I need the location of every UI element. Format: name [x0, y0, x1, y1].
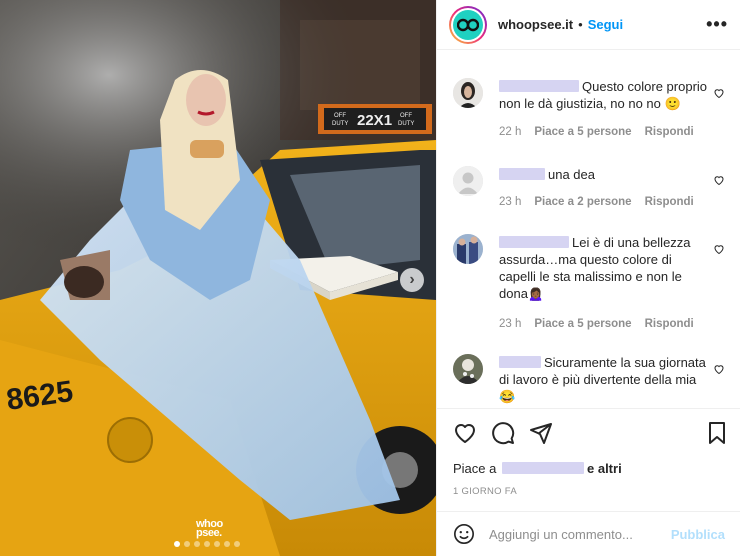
blurred-username[interactable]	[502, 462, 584, 474]
blurred-username[interactable]	[499, 236, 569, 248]
comment-likes[interactable]: Piace a 5 persone	[534, 318, 631, 330]
follow-button[interactable]: Segui	[588, 17, 623, 32]
carousel-dot	[204, 541, 210, 547]
share-send-icon[interactable]	[529, 421, 553, 445]
comment-meta: 22 h Piace a 5 persone Rispondi	[499, 126, 694, 138]
carousel-dot	[214, 541, 220, 547]
post-actions: Piace a e altri 1 GIORNO FA	[437, 408, 740, 510]
taxi-sign-number: 22X1	[357, 112, 392, 129]
commenter-avatar[interactable]	[453, 234, 483, 264]
like-comment-heart-icon[interactable]	[713, 174, 725, 186]
post-date[interactable]: 1 GIORNO FA	[453, 486, 517, 497]
like-comment-heart-icon[interactable]	[713, 363, 725, 375]
comment-time: 23 h	[499, 196, 522, 208]
carousel-indicator	[174, 541, 240, 547]
publish-button[interactable]: Pubblica	[671, 527, 725, 542]
avatar[interactable]	[449, 5, 487, 44]
whoopsee-logo-icon	[453, 9, 483, 40]
commenter-avatar[interactable]	[453, 166, 483, 196]
watermark-logo: whoo psee.	[196, 518, 223, 539]
carousel-dot	[184, 541, 190, 547]
reply-button[interactable]: Rispondi	[645, 318, 694, 330]
like-comment-heart-icon[interactable]	[713, 243, 725, 255]
comment-meta: 23 h Piace a 2 persone Rispondi	[499, 196, 694, 208]
blurred-username[interactable]	[499, 80, 579, 92]
carousel-dot	[234, 541, 240, 547]
comment-bubble-icon[interactable]	[491, 421, 515, 445]
comments-list[interactable]: Questo colore proprio non le dà giustizi…	[437, 56, 740, 408]
add-comment-bar: Pubblica	[437, 511, 740, 556]
like-heart-icon[interactable]	[453, 421, 477, 445]
comment-likes[interactable]: Piace a 2 persone	[534, 196, 631, 208]
svg-text:OFF: OFF	[334, 113, 346, 119]
bookmark-icon[interactable]	[705, 421, 729, 445]
comment-text: Lei è di una bellezza assurda…ma questo …	[499, 235, 691, 301]
carousel-dot	[194, 541, 200, 547]
comment-time: 22 h	[499, 126, 522, 138]
comment-input[interactable]	[489, 526, 671, 542]
emoji-smiley-icon[interactable]	[453, 523, 475, 545]
username[interactable]: whoopsee.it	[498, 17, 573, 32]
carousel-dot	[224, 541, 230, 547]
reply-button[interactable]: Rispondi	[645, 196, 694, 208]
commenter-avatar[interactable]	[453, 78, 483, 108]
likes-summary[interactable]: Piace a e altri	[453, 461, 622, 476]
comment-time: 23 h	[499, 318, 522, 330]
post-photo[interactable]: OFF DUTY 22X1 OFF DUTY 8625 whoo psee. ›	[0, 0, 436, 556]
carousel-dot	[174, 541, 180, 547]
blurred-username[interactable]	[499, 168, 545, 180]
more-horizontal-icon[interactable]: •••	[706, 14, 728, 35]
comment-meta: 23 h Piace a 5 persone Rispondi	[499, 318, 694, 330]
post-header: whoopsee.it • Segui •••	[437, 0, 740, 50]
comment-text: Sicuramente la sua giornata di lavoro è …	[499, 355, 706, 404]
chevron-right-icon: ›	[409, 271, 415, 288]
commenter-avatar[interactable]	[453, 354, 483, 384]
comment-likes[interactable]: Piace a 5 persone	[534, 126, 631, 138]
svg-text:DUTY: DUTY	[398, 121, 414, 127]
photo-illustration: OFF DUTY 22X1 OFF DUTY 8625	[0, 0, 436, 556]
svg-text:OFF: OFF	[400, 113, 412, 119]
comment-text: Questo colore proprio non le dà giustizi…	[499, 79, 708, 111]
like-comment-heart-icon[interactable]	[713, 87, 725, 99]
separator-dot: •	[578, 17, 583, 32]
svg-text:DUTY: DUTY	[332, 121, 348, 127]
carousel-next-button[interactable]: ›	[400, 268, 424, 292]
comment-text: una dea	[499, 166, 709, 183]
reply-button[interactable]: Rispondi	[645, 126, 694, 138]
post-sidebar: whoopsee.it • Segui ••• Questo colore pr…	[436, 0, 740, 556]
blurred-username[interactable]	[499, 356, 541, 368]
